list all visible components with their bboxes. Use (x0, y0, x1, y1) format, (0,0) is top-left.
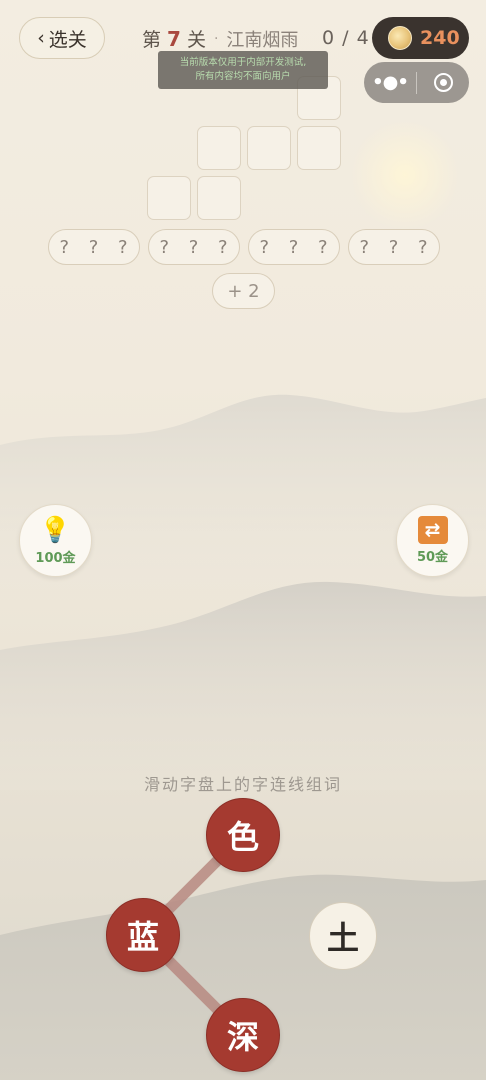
letter-tile[interactable]: 色 (206, 798, 280, 872)
letter-tile[interactable]: 土 (309, 902, 377, 970)
letter-tile[interactable]: 深 (206, 998, 280, 1072)
selection-path (137, 829, 249, 1041)
letter-tile[interactable]: 蓝 (106, 898, 180, 972)
